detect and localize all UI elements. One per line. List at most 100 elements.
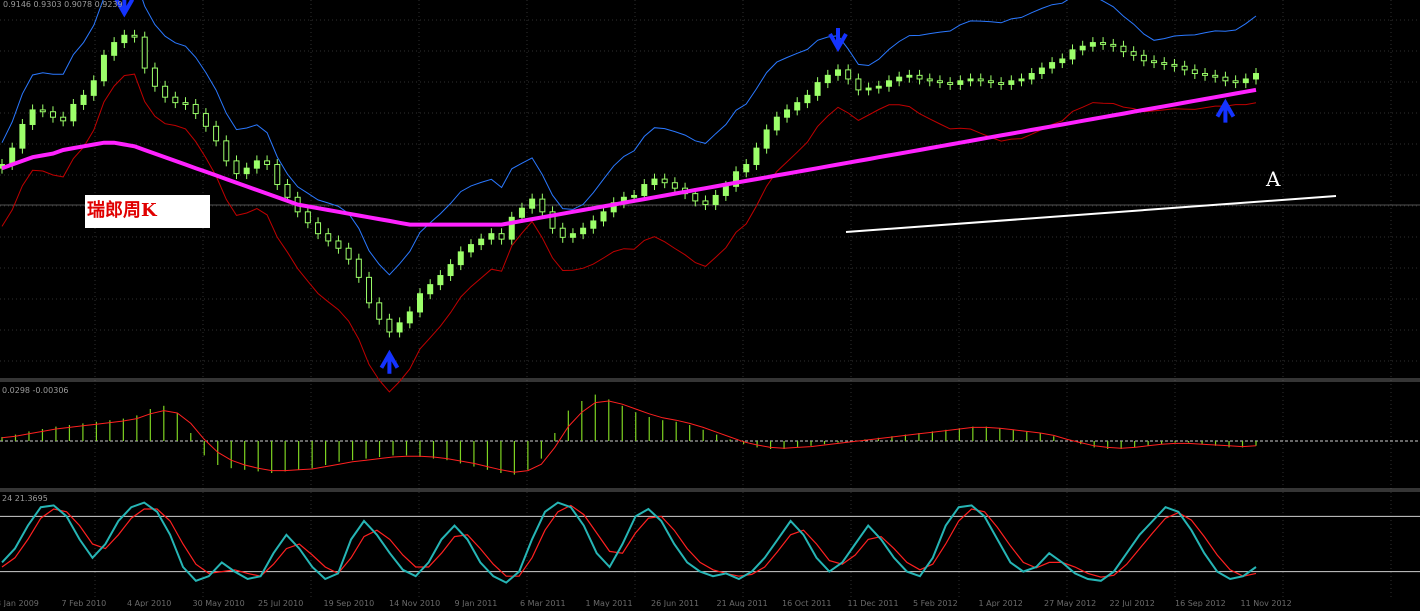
price-readout: 0.9146 0.9303 0.9078 0.9239 (3, 0, 123, 9)
chart-stage: 3 Jan 2009 7 Feb 2010 4 Apr 2010 30 May 201… (0, 0, 1420, 608)
candle-body (855, 78, 862, 91)
candle-body (1079, 45, 1086, 51)
candle-body (1008, 80, 1015, 85)
candle-body (49, 111, 56, 118)
candle-body (447, 264, 454, 277)
upper-band-line (1, 0, 1257, 276)
candle-body (223, 140, 230, 162)
candle-body (121, 34, 128, 44)
up-arrow-icon (379, 349, 400, 374)
x-tick-label: 27 May 2012 (1044, 599, 1096, 607)
candle-body (406, 311, 413, 324)
candle-body (631, 194, 638, 198)
candle-body (753, 147, 760, 166)
candle-body (1181, 65, 1188, 71)
candle-body (580, 227, 587, 235)
candle-body (1028, 73, 1035, 80)
candle-body (1253, 73, 1259, 80)
x-tick-label: 5 Feb 2012 (913, 599, 958, 607)
x-tick-label: 26 Jun 2011 (651, 599, 699, 607)
x-tick-label: 21 Aug 2011 (717, 599, 768, 607)
candle-body (192, 103, 199, 115)
candle-body (315, 222, 322, 235)
candle-body (437, 275, 444, 286)
candle-body (100, 54, 107, 82)
candle-body (529, 198, 536, 209)
candle-body (824, 74, 831, 84)
candle-body (1140, 54, 1147, 62)
candle-body (804, 94, 811, 104)
candle-body (763, 129, 770, 149)
candle-body (671, 182, 678, 189)
x-tick-label: 22 Jul 2012 (1110, 599, 1155, 607)
candle-body (467, 244, 474, 253)
candle-body (417, 293, 423, 313)
candle-body (325, 233, 332, 242)
candle-body (1242, 78, 1249, 84)
candle-body (274, 164, 281, 186)
candle-body (1069, 49, 1076, 60)
x-tick-label: 9 Jan 2011 (455, 599, 498, 607)
candle-body (712, 194, 719, 206)
candle-body (19, 123, 26, 149)
candle-body (702, 200, 709, 206)
candle-body (243, 167, 250, 175)
candle-body (172, 96, 179, 104)
candle-body (947, 82, 954, 85)
candle-body (457, 251, 464, 266)
candle-body (304, 211, 311, 224)
stoch-readout: 24 21.3695 (2, 494, 48, 503)
candle-body (1130, 51, 1137, 56)
candle-body (355, 258, 362, 278)
candle-body (896, 76, 903, 82)
candle-body (1018, 78, 1025, 82)
macd-signal-line (1, 400, 1257, 473)
candle-body (916, 74, 923, 80)
x-tick-label: 11 Nov 2012 (1241, 599, 1292, 607)
candle-body (661, 178, 668, 184)
candle-body (60, 116, 67, 122)
candle-body (967, 78, 974, 82)
x-tick-label: 19 Sep 2010 (324, 599, 375, 607)
x-tick-label: 3 Jan 2009 (0, 599, 39, 607)
candle-body (1212, 74, 1219, 78)
x-tick-label: 1 May 2011 (586, 599, 633, 607)
candle-body (29, 109, 36, 125)
candle-body (998, 82, 1005, 85)
candle-body (1049, 62, 1056, 69)
candle-body (213, 125, 220, 142)
candle-body (926, 78, 933, 82)
x-tick-label: 16 Sep 2012 (1175, 599, 1226, 607)
candle-body (641, 184, 648, 196)
candle-body (376, 302, 383, 320)
candle-body (1171, 63, 1178, 67)
candle-body (1089, 42, 1096, 47)
candle-body (1100, 42, 1107, 45)
candle-body (70, 103, 77, 122)
x-tick-label: 11 Dec 2011 (848, 599, 899, 607)
x-tick-label: 30 May 2010 (193, 599, 245, 607)
candle-body (1161, 62, 1168, 65)
candle-body (835, 69, 841, 76)
x-tick-label: 4 Apr 2010 (127, 599, 171, 607)
candle-body (90, 80, 97, 96)
candle-body (478, 238, 485, 246)
annotation-a: A (1266, 167, 1281, 191)
candle-body (987, 80, 994, 84)
chart-label: 瑞郎周K (85, 195, 210, 228)
candle-body (253, 160, 260, 169)
candle-body (111, 42, 118, 56)
x-tick-label: 14 Nov 2010 (389, 599, 440, 607)
candle-body (590, 220, 597, 229)
x-tick-label: 6 Mar 2011 (520, 599, 566, 607)
x-tick-label: 25 Jul 2010 (258, 599, 303, 607)
candle-body (539, 198, 546, 213)
candle-body (936, 80, 943, 84)
candle-body (366, 276, 373, 304)
candle-body (977, 78, 984, 82)
candle-body (182, 102, 189, 105)
candle-body (518, 207, 525, 218)
candle-body (885, 80, 892, 87)
candle-body (141, 36, 148, 69)
candle-body (1120, 45, 1127, 53)
